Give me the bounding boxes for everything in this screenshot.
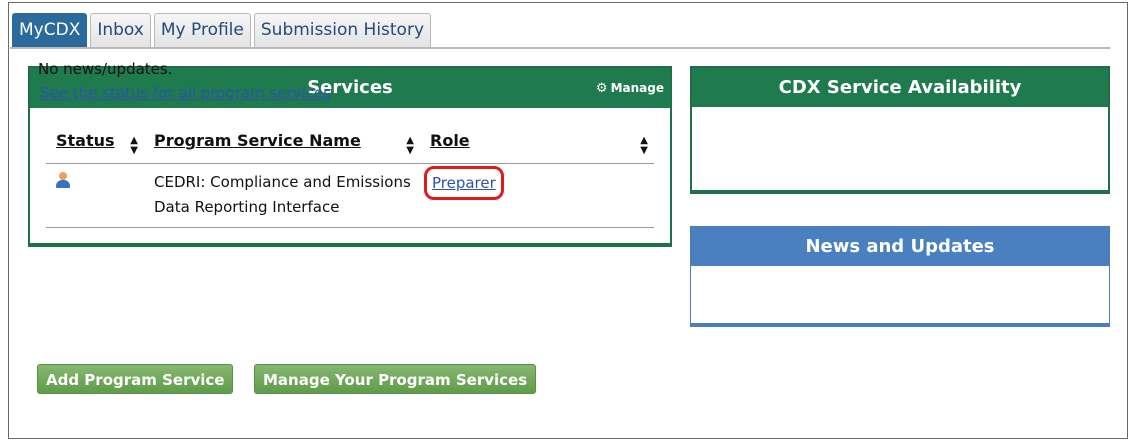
add-program-service-button[interactable]: Add Program Service [37,364,234,394]
table-row: CEDRI: Compliance and Emissions Data Rep… [46,164,654,228]
services-table: Status ▲ ▼ Program Service Name ▲ ▼ Role ▲… [46,126,654,228]
availability-header: CDX Service Availability [692,68,1108,107]
tab-my-profile[interactable]: My Profile [153,13,251,47]
status-cell [46,164,144,227]
news-text: No news/updates. [38,60,173,78]
manage-program-services-button[interactable]: Manage Your Program Services [254,364,537,394]
manage-button[interactable]: ⚙ Manage [596,68,664,109]
gear-icon: ⚙ [595,81,608,96]
column-program-service-name[interactable]: Program Service Name ▲ ▼ [144,126,420,163]
user-icon [56,172,70,188]
availability-panel: CDX Service Availability [690,66,1110,194]
tab-submission-history[interactable]: Submission History [253,13,432,47]
role-cell: Preparer [420,164,654,227]
news-header: News and Updates [691,227,1109,266]
service-name-line1: CEDRI: Compliance and Emissions [154,173,411,191]
tab-divider [10,47,1110,49]
service-name-cell: CEDRI: Compliance and Emissions Data Rep… [144,164,420,227]
role-link-preparer[interactable]: Preparer [424,166,504,200]
column-role[interactable]: Role ▲ ▼ [420,126,654,163]
sort-icon[interactable]: ▲ ▼ [130,136,138,156]
news-panel: News and Updates [690,226,1110,327]
service-status-link[interactable]: See the status for all program services [40,84,331,102]
service-name-line2: Data Reporting Interface [154,198,340,216]
tab-inbox[interactable]: Inbox [90,13,151,47]
sort-icon[interactable]: ▲ ▼ [640,136,648,156]
manage-label: Manage [610,81,664,95]
table-header: Status ▲ ▼ Program Service Name ▲ ▼ Role ▲… [46,126,654,164]
sort-icon[interactable]: ▲ ▼ [406,136,414,156]
tab-mycdx[interactable]: MyCDX [12,13,88,47]
tab-bar: MyCDX Inbox My Profile Submission Histor… [12,13,432,47]
column-status[interactable]: Status ▲ ▼ [46,126,144,163]
